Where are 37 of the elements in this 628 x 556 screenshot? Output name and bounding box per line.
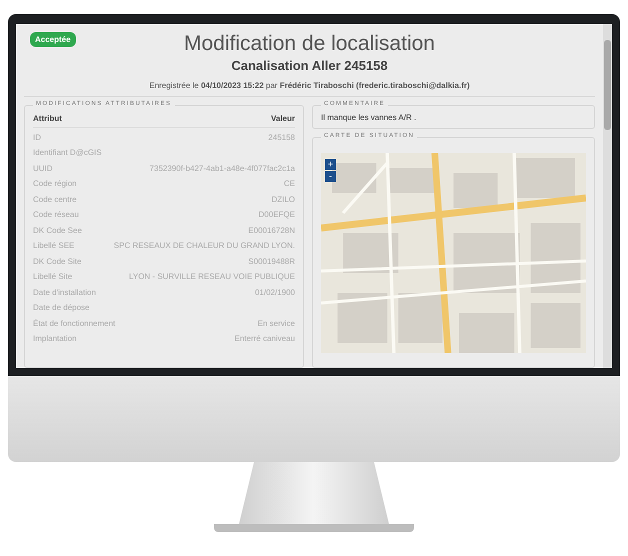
attribute-name: Code centre (33, 194, 77, 204)
attribute-name: Libellé Site (33, 272, 72, 282)
attribute-value: CE (284, 179, 295, 188)
attribute-name: État de fonctionnement (33, 318, 116, 328)
attribute-value: D00EFQE (258, 210, 295, 220)
attribute-value: SPC RESEAUX DE CHALEUR DU GRAND LYON. (114, 241, 295, 250)
attribute-name: UUID (33, 164, 53, 173)
column-header: Attribut (33, 114, 62, 124)
attribute-value: En service (258, 318, 295, 328)
column-header: Valeur (270, 114, 295, 124)
record-info: Enregistrée le 04/10/2023 15:22 par Frédéric Tiraboschi (frederic.tiraboschi@dalkia.fr) (149, 81, 470, 90)
page-title: Modification de localisation (184, 32, 435, 56)
attribute-value: S00019488R (248, 256, 295, 266)
attribute-value: Enterré caniveau (234, 334, 295, 344)
attribute-value: E00016728N (248, 226, 295, 235)
attribute-value: 01/02/1900 (254, 288, 295, 297)
attribute-name: DK Code Site (33, 256, 82, 266)
zoom-out-button[interactable]: - (325, 171, 336, 182)
attribute-name: Libellé SEE (33, 241, 74, 250)
attribute-name: Date de dépose (33, 303, 90, 312)
scrollbar-thumb[interactable] (604, 40, 611, 130)
attribute-name: ID (33, 132, 41, 142)
attribute-name: Date d'installation (33, 288, 96, 297)
attribute-value: LYON - SURVILLE RESEAU VOIE PUBLIQUE (129, 272, 295, 282)
attribute-value: DZILO (271, 194, 295, 204)
attribute-name: Implantation (33, 334, 77, 344)
status-badge: Acceptée (30, 32, 76, 47)
attribute-name: Code région (33, 179, 77, 188)
page-subtitle: Canalisation Aller 245158 (231, 58, 388, 73)
attribute-name: Code réseau (33, 210, 79, 220)
attribute-name: Identifiant D@cGIS (33, 148, 102, 158)
attribute-name: DK Code See (33, 226, 82, 235)
street-map-drawing[interactable] (321, 153, 586, 353)
zoom-in-button[interactable]: + (325, 159, 336, 170)
attribute-value: 7352390f-b427-4ab1-a48e-4f077fac2c1a (150, 164, 295, 173)
attribute-value: 245158 (268, 132, 295, 142)
comment-text: Il manque les vannes A/R . (321, 112, 418, 124)
